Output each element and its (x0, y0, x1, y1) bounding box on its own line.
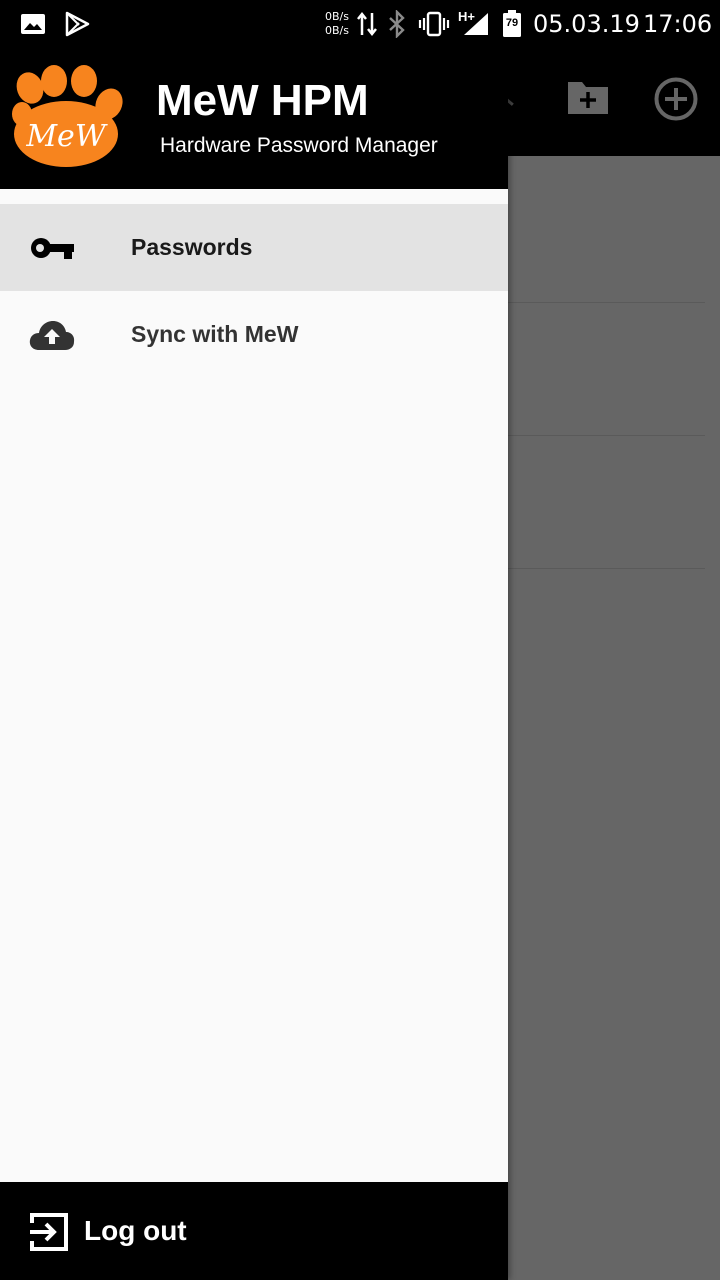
battery-icon: 79 (502, 0, 522, 48)
new-folder-icon[interactable] (566, 78, 610, 121)
drawer-header: MeW MeW HPM Hardware Password Manager (0, 48, 508, 189)
list-divider (508, 302, 705, 303)
bluetooth-icon (386, 0, 408, 48)
signal-icon (462, 0, 490, 48)
mew-logo: MeW (8, 64, 126, 173)
data-transfer-icon (356, 0, 378, 48)
drawer-item-passwords[interactable]: Passwords (0, 204, 508, 291)
network-speed: 0B/s 0B/s (325, 0, 349, 48)
logout-label: Log out (84, 1215, 187, 1246)
logout-icon (28, 1211, 70, 1258)
drawer-item-label: Sync with MeW (131, 321, 299, 347)
logout-button[interactable]: Log out (0, 1182, 508, 1280)
net-up-speed: 0B/s (325, 10, 349, 23)
drawer-item-label: Passwords (131, 234, 253, 260)
vibrate-icon (418, 0, 450, 48)
app-subtitle: Hardware Password Manager (160, 134, 438, 157)
app-title: MeW HPM (156, 76, 369, 125)
list-divider (508, 435, 705, 436)
battery-level: 79 (505, 17, 519, 29)
drawer-item-sync[interactable]: Sync with MeW (0, 291, 508, 378)
image-icon (20, 0, 46, 48)
cloud-upload-icon (28, 311, 76, 359)
add-circle-icon[interactable] (654, 77, 698, 126)
list-divider (508, 568, 705, 569)
status-bar: 0B/s 0B/s H+ 79 05.03.19 17:06 (0, 0, 720, 48)
navigation-drawer: MeW MeW HPM Hardware Password Manager Pa… (0, 48, 508, 1280)
svg-text:MeW: MeW (25, 119, 107, 154)
status-date: 05.03.19 (533, 10, 640, 38)
net-down-speed: 0B/s (325, 24, 349, 37)
play-store-icon (64, 0, 90, 48)
status-time: 17:06 (643, 10, 713, 38)
key-icon (28, 224, 76, 272)
